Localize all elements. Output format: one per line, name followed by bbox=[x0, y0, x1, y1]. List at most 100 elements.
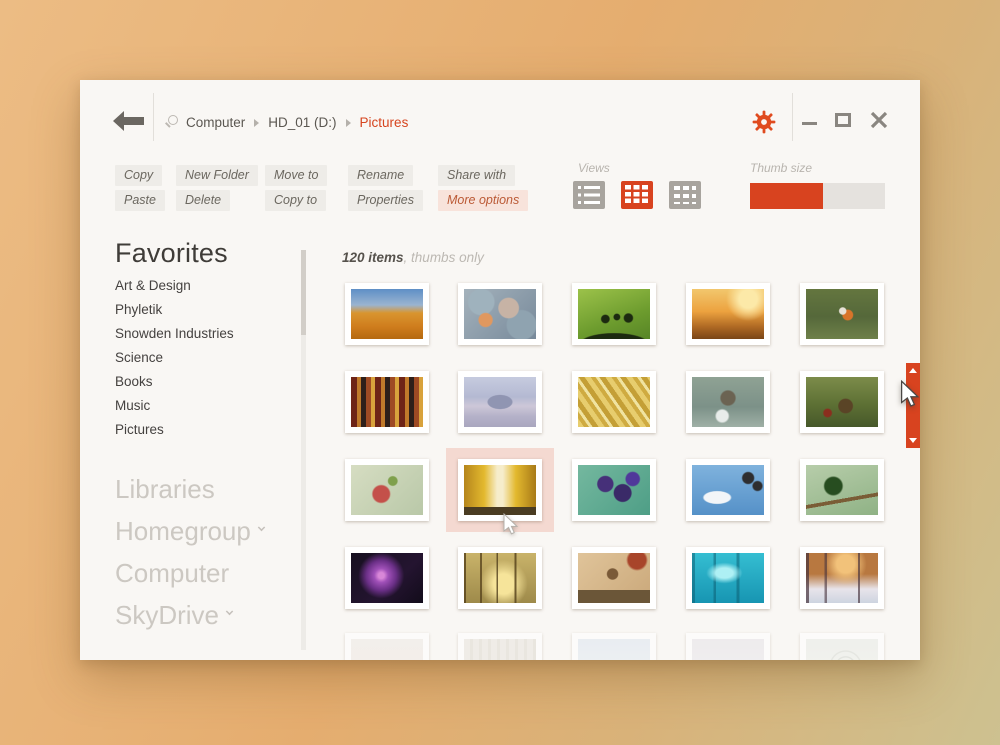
sidebar-section-skydrive[interactable]: SkyDrive bbox=[115, 594, 265, 636]
thumbnail-misty-mountain-lake[interactable] bbox=[458, 371, 542, 433]
thumbnail-mandarin-duck[interactable] bbox=[800, 283, 884, 345]
sidebar-item-books[interactable]: Books bbox=[115, 370, 234, 394]
thumbnail-water-ripple-faded[interactable] bbox=[800, 633, 884, 660]
back-button[interactable] bbox=[113, 111, 144, 131]
thumbnail-teal-forest[interactable] bbox=[686, 547, 770, 609]
content-scrollbar-thumb[interactable] bbox=[906, 363, 920, 448]
breadcrumb-pictures[interactable]: Pictures bbox=[360, 115, 409, 130]
small-grid-view-icon[interactable] bbox=[669, 181, 701, 209]
new-folder-button[interactable]: New Folder bbox=[176, 165, 258, 186]
sidebar-item-science[interactable]: Science bbox=[115, 346, 234, 370]
thumbnail-winter-forest-path[interactable] bbox=[800, 547, 884, 609]
thumbnail-image bbox=[464, 553, 536, 603]
thumbnail-image bbox=[806, 289, 878, 339]
rename-button[interactable]: Rename bbox=[348, 165, 413, 186]
search-icon[interactable] bbox=[168, 115, 178, 125]
sidebar-scrollbar-track[interactable] bbox=[301, 250, 306, 650]
thumbnail-image bbox=[351, 377, 423, 427]
sidebar-item-phyletik[interactable]: Phyletik bbox=[115, 298, 234, 322]
scroll-up-icon[interactable] bbox=[909, 368, 917, 373]
minimize-button[interactable] bbox=[802, 122, 817, 125]
paste-button[interactable]: Paste bbox=[115, 190, 165, 211]
thumbnail-golden-straw[interactable] bbox=[572, 371, 656, 433]
close-button[interactable] bbox=[870, 111, 888, 129]
thumbnail-beach-pebbles[interactable] bbox=[458, 283, 542, 345]
grid-view-icon[interactable] bbox=[621, 181, 653, 209]
move-to-button[interactable]: Move to bbox=[265, 165, 327, 186]
thumbnail-mist-faded[interactable] bbox=[686, 633, 770, 660]
thumbnail-grape-vines[interactable] bbox=[572, 459, 656, 521]
file-explorer-window: Computer HD_01 (D:) Pictures Copy Paste bbox=[80, 80, 920, 660]
sidebar-section-computer[interactable]: Computer bbox=[115, 552, 265, 594]
thumbnail-image bbox=[806, 639, 878, 660]
thumbnail-flamingos-faded[interactable] bbox=[345, 633, 429, 660]
sidebar-item-pictures[interactable]: Pictures bbox=[115, 418, 234, 442]
thumb-size-slider-fill[interactable] bbox=[750, 183, 823, 209]
breadcrumb-drive[interactable]: HD_01 (D:) bbox=[268, 115, 336, 130]
toolbar-group-move: Move to Copy to bbox=[265, 165, 327, 211]
breadcrumb-separator-icon bbox=[254, 119, 259, 127]
thumbnail-image bbox=[692, 639, 764, 660]
toolbar-group-new: New Folder Delete bbox=[176, 165, 258, 211]
status-note: , thumbs only bbox=[404, 250, 484, 265]
breadcrumb-computer[interactable]: Computer bbox=[186, 115, 245, 130]
thumbnail-image bbox=[351, 289, 423, 339]
thumbnail-birch-faded[interactable] bbox=[458, 633, 542, 660]
copy-to-button[interactable]: Copy to bbox=[265, 190, 326, 211]
thumbnail-bird-silhouettes[interactable] bbox=[572, 283, 656, 345]
thumbnail-seal-in-water[interactable] bbox=[686, 371, 770, 433]
thumbnail-pale-sky-faded[interactable] bbox=[572, 633, 656, 660]
thumbnail-apple-branch[interactable] bbox=[345, 459, 429, 521]
thumbnail-sparrow-on-branch[interactable] bbox=[572, 547, 656, 609]
thumbnail-image bbox=[692, 289, 764, 339]
chevron-down-icon bbox=[258, 524, 265, 531]
delete-button[interactable]: Delete bbox=[176, 190, 230, 211]
thumbnail-image bbox=[578, 377, 650, 427]
copy-button[interactable]: Copy bbox=[115, 165, 162, 186]
settings-gear-icon[interactable] bbox=[752, 110, 776, 134]
thumbnail-image bbox=[464, 289, 536, 339]
thumbnail-orchard-harvest[interactable] bbox=[800, 371, 884, 433]
thumbnail-indian-corn[interactable] bbox=[345, 371, 429, 433]
thumbnail-wheat-field[interactable] bbox=[345, 283, 429, 345]
sidebar-item-art-design[interactable]: Art & Design bbox=[115, 274, 234, 298]
sidebar-item-snowden-industries[interactable]: Snowden Industries bbox=[115, 322, 234, 346]
thumb-size-slider[interactable] bbox=[750, 183, 885, 209]
thumbnail-image bbox=[464, 639, 536, 660]
thumb-size-slider-track[interactable] bbox=[823, 183, 885, 209]
views-label: Views bbox=[578, 161, 610, 175]
sidebar-sections: Libraries Homegroup Computer SkyDrive bbox=[115, 468, 265, 636]
titlebar-divider bbox=[792, 93, 793, 141]
thumbnail-purple-nebula[interactable] bbox=[345, 547, 429, 609]
thumbnail-image bbox=[351, 553, 423, 603]
breadcrumb-separator-icon bbox=[346, 119, 351, 127]
thumbnail-image bbox=[806, 377, 878, 427]
thumbnail-autumn-avenue[interactable] bbox=[458, 459, 542, 521]
item-count: 120 items bbox=[342, 250, 404, 265]
list-view-icon[interactable] bbox=[573, 181, 605, 209]
chevron-down-icon bbox=[226, 608, 233, 615]
thumbnail-sky-seed-pods[interactable] bbox=[686, 459, 770, 521]
titlebar-divider bbox=[153, 93, 154, 141]
properties-button[interactable]: Properties bbox=[348, 190, 423, 211]
thumbnail-green-bird-branch[interactable] bbox=[800, 459, 884, 521]
thumbnail-image bbox=[578, 553, 650, 603]
sidebar-scrollbar-thumb[interactable] bbox=[301, 250, 306, 335]
thumbnail-image bbox=[692, 465, 764, 515]
more-options-button[interactable]: More options bbox=[438, 190, 528, 211]
share-with-button[interactable]: Share with bbox=[438, 165, 515, 186]
maximize-button[interactable] bbox=[835, 113, 851, 127]
thumbnail-image bbox=[351, 639, 423, 660]
thumbnail-image bbox=[806, 465, 878, 515]
thumbnail-image bbox=[578, 639, 650, 660]
sidebar-item-music[interactable]: Music bbox=[115, 394, 234, 418]
sidebar-section-libraries[interactable]: Libraries bbox=[115, 468, 265, 510]
thumbnail-image bbox=[464, 465, 536, 515]
thumbnail-sunset-islands[interactable] bbox=[686, 283, 770, 345]
thumbnail-sunrise-forest-mist[interactable] bbox=[458, 547, 542, 609]
scroll-down-icon[interactable] bbox=[909, 438, 917, 443]
toolbar-group-share: Share with More options bbox=[438, 165, 528, 211]
sidebar-favorites-title[interactable]: Favorites bbox=[115, 238, 228, 269]
sidebar-section-homegroup[interactable]: Homegroup bbox=[115, 510, 265, 552]
toolbar-group-organize: Rename Properties bbox=[348, 165, 423, 211]
